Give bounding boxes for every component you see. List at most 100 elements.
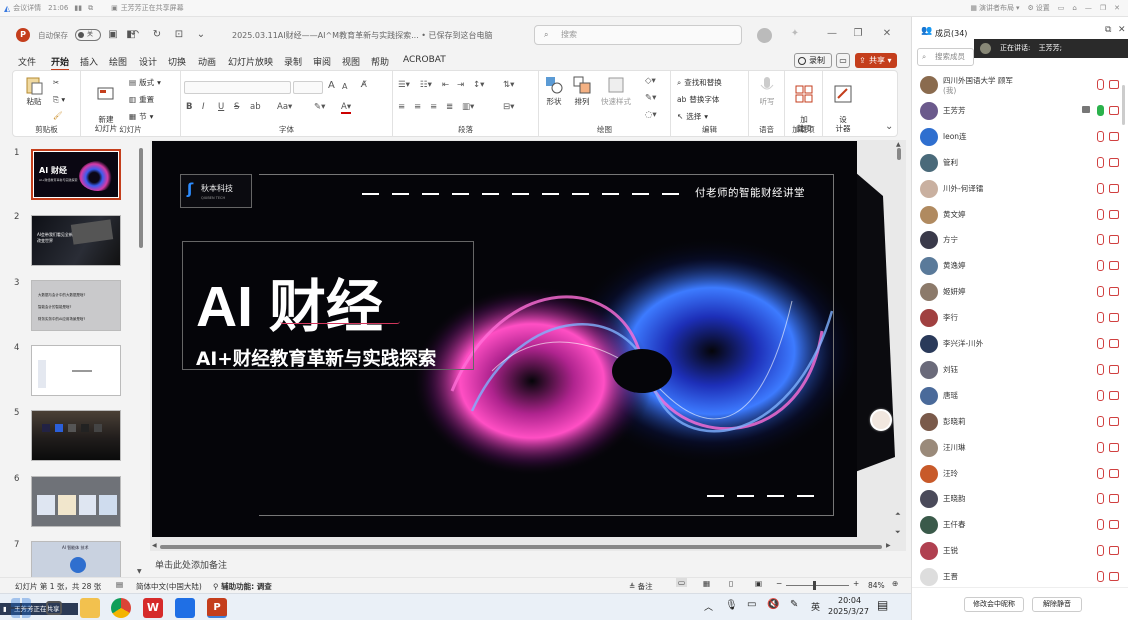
bullets-icon[interactable]: ☰▾ [398, 80, 410, 90]
record-button[interactable]: 录制 [794, 53, 832, 68]
list-scrollbar[interactable] [1122, 85, 1125, 125]
font-size-combo[interactable] [293, 81, 323, 94]
microphone-muted-icon[interactable] [1097, 519, 1104, 531]
camera-off-icon[interactable] [1109, 442, 1119, 452]
tab-acrobat[interactable]: ACROBAT [403, 55, 446, 65]
scroll-left-icon[interactable]: ◀ [152, 542, 157, 549]
redo-icon[interactable]: ↻ [150, 28, 164, 42]
undo-icon[interactable]: ↶ [128, 28, 142, 42]
zoom-level[interactable]: 84% [868, 581, 885, 590]
bold-button[interactable]: B [186, 102, 192, 112]
slide-canvas[interactable]: ʃ 秋本科技 QIUBEN TECH 付老师的智能财经讲堂 AI 财经 AI+财… [152, 141, 857, 537]
italic-button[interactable]: I [202, 102, 205, 112]
tab-view[interactable]: 视图 [342, 55, 360, 68]
microphone-muted-icon[interactable] [1097, 260, 1104, 272]
microphone-muted-icon[interactable] [1097, 545, 1104, 557]
participant-row[interactable]: leon连 [912, 124, 1128, 150]
microphone-muted-icon[interactable] [1097, 286, 1104, 298]
underline-button[interactable]: U [218, 102, 224, 112]
camera-off-icon[interactable] [1109, 157, 1119, 167]
microphone-muted-icon[interactable] [1097, 571, 1104, 583]
prev-slide-icon[interactable]: ⏶ [895, 510, 901, 519]
scroll-right-icon[interactable]: ▶ [886, 542, 891, 549]
camera-off-icon[interactable] [1109, 105, 1119, 115]
camera-off-icon[interactable] [1109, 131, 1119, 141]
thumbnail-slide-6[interactable] [31, 476, 121, 527]
arrange-button[interactable]: 排列 [569, 75, 595, 106]
line-spacing-icon[interactable]: ↕▾ [473, 80, 484, 90]
participant-row[interactable]: 刘钰 [912, 357, 1128, 383]
participant-row[interactable]: 王芳芳 [912, 98, 1128, 124]
meeting-details-button[interactable]: ◭ 会议详情 21:06 [0, 3, 72, 13]
camera-off-icon[interactable] [1109, 287, 1119, 297]
text-direction-icon[interactable]: ⇅▾ [503, 80, 514, 90]
clock-time[interactable]: 20:04 [838, 596, 861, 605]
layout-dropdown[interactable]: ▦ 演讲者布局 ▾ [970, 3, 1019, 13]
microphone-muted-icon[interactable] [1097, 338, 1104, 349]
account-avatar[interactable] [757, 28, 772, 43]
char-spacing-button[interactable]: ab [250, 102, 261, 112]
presenter-avatar[interactable] [870, 409, 892, 431]
cut-button[interactable]: ✂ [53, 78, 59, 87]
align-text-icon[interactable]: ⊟▾ [503, 102, 514, 112]
notes-toggle[interactable]: ≜ 备注 [629, 581, 653, 592]
participant-row[interactable]: 汪川琳 [912, 435, 1128, 461]
autosave-toggle[interactable]: 关 [75, 29, 101, 41]
tray-pen-icon[interactable]: ✎ [790, 599, 798, 610]
shape-fill-icon[interactable]: ◇▾ [645, 76, 656, 86]
participant-row[interactable]: 汪玲 [912, 461, 1128, 487]
zoom-slider[interactable] [786, 581, 849, 590]
minimize-icon[interactable]: — [1085, 4, 1092, 12]
copy-button[interactable]: ⎘ ▾ [53, 95, 65, 105]
participant-row[interactable]: 李行 [912, 305, 1128, 331]
increase-indent-icon[interactable]: ⇥ [457, 80, 464, 90]
camera-off-icon[interactable] [1109, 468, 1119, 478]
microphone-muted-icon[interactable] [1097, 208, 1104, 220]
task-view-icon[interactable] [46, 601, 62, 615]
file-explorer-icon[interactable] [80, 598, 100, 618]
accessibility-status[interactable]: ⚲ 辅助功能: 调查 [213, 581, 272, 592]
paste-button[interactable]: 粘贴 [19, 75, 49, 106]
maximize-window-icon[interactable]: ❐ [851, 27, 865, 41]
thumbnail-scrollbar[interactable] [139, 148, 143, 248]
numbering-icon[interactable]: ☷▾ [420, 80, 432, 90]
camera-off-icon[interactable] [1109, 209, 1119, 219]
shapes-button[interactable]: 形状 [541, 75, 567, 106]
scroll-down-icon[interactable]: ▼ [137, 568, 142, 575]
microphone-muted-icon[interactable] [1097, 467, 1104, 479]
participant-row[interactable]: 王晓韵 [912, 486, 1128, 512]
participant-row[interactable]: 王锐 [912, 538, 1128, 564]
zoom-slider-thumb[interactable] [813, 581, 816, 590]
quick-styles-button[interactable]: 快速样式 [597, 75, 635, 106]
camera-off-icon[interactable] [1109, 235, 1119, 245]
microphone-muted-icon[interactable] [1097, 312, 1104, 324]
tab-animations[interactable]: 动画 [198, 55, 216, 68]
tab-file[interactable]: 文件 [18, 55, 36, 68]
font-color-icon[interactable]: A▾ [341, 102, 352, 114]
participant-row[interactable]: 黄逸婷 [912, 253, 1128, 279]
chrome-icon[interactable] [111, 598, 131, 618]
strikethrough-button[interactable]: S [234, 102, 239, 112]
external-link-icon[interactable]: ⧉ [84, 4, 97, 13]
zoom-out-icon[interactable]: − [776, 579, 782, 588]
participant-row[interactable]: 彭晓莉 [912, 409, 1128, 435]
section-button[interactable]: ▦ 节 ▾ [129, 111, 153, 122]
document-title[interactable]: 2025.03.11AI财经——AI^M教育革新与实践探索... • 已保存到这… [232, 30, 493, 41]
camera-off-icon[interactable] [1109, 183, 1119, 193]
reading-view-icon[interactable]: ▯ [729, 579, 733, 588]
slide-sorter-icon[interactable]: ▦ [703, 579, 710, 588]
camera-off-icon[interactable] [1109, 390, 1119, 400]
normal-view-icon[interactable]: ▭ [676, 578, 688, 587]
thumbnail-slide-7[interactable]: AI 智能体 技术 [31, 541, 121, 577]
microphone-muted-icon[interactable] [1097, 182, 1104, 194]
reset-button[interactable]: ▥ 重置 [129, 94, 154, 105]
microphone-muted-icon[interactable] [1097, 79, 1104, 90]
close-window-icon[interactable]: ✕ [880, 27, 894, 41]
scroll-up-icon[interactable]: ▲ [896, 141, 901, 148]
camera-off-icon[interactable] [1109, 80, 1119, 89]
tab-transitions[interactable]: 切换 [168, 55, 186, 68]
microphone-muted-icon[interactable] [1097, 415, 1104, 427]
microphone-muted-icon[interactable] [1097, 441, 1104, 453]
tray-volume-icon[interactable]: 🔇 [767, 599, 779, 610]
shape-outline-icon[interactable]: ✎▾ [645, 93, 656, 103]
